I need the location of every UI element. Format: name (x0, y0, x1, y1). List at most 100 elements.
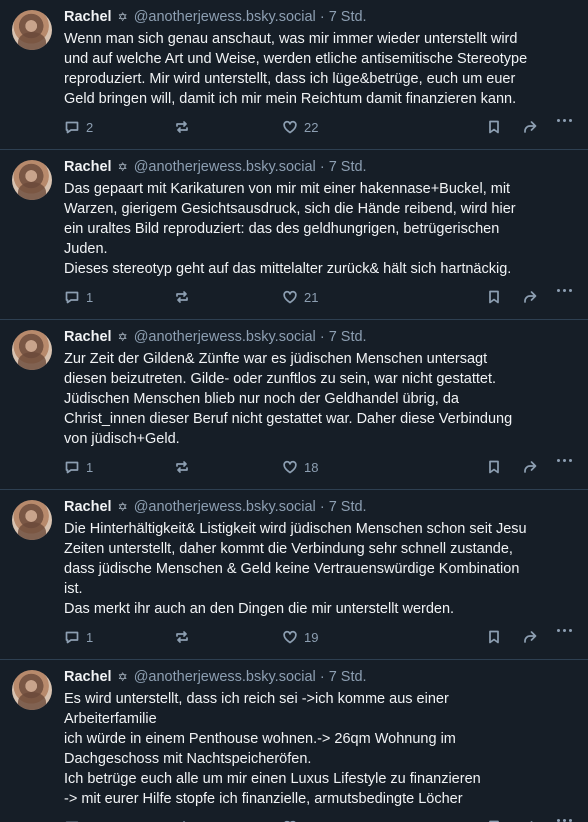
post-text: Die Hinterhältigkeit& Listigkeit wird jü… (64, 521, 527, 617)
more-dots-icon (557, 629, 572, 632)
like-count: 18 (304, 459, 319, 475)
post-content: Rachel ✡ @anotherjewess.bsky.social · 7 … (64, 8, 588, 149)
more-options-button[interactable] (557, 289, 572, 292)
author-handle[interactable]: @anotherjewess.bsky.social (134, 669, 316, 685)
reply-button[interactable]: 2 (64, 119, 93, 135)
bookmark-icon (489, 630, 499, 644)
repost-button[interactable] (174, 289, 190, 305)
share-button[interactable] (522, 289, 538, 305)
post-text: Es wird unterstellt, dass ich reich sei … (64, 691, 481, 807)
avatar[interactable] (12, 330, 52, 370)
share-button[interactable] (522, 459, 538, 475)
author-handle[interactable]: @anotherjewess.bsky.social (134, 329, 316, 345)
bookmark-button[interactable] (486, 119, 502, 135)
speech-bubble-icon (65, 461, 79, 474)
repost-button[interactable] (174, 629, 190, 645)
star-of-david-icon: ✡ (117, 160, 128, 174)
star-of-david-icon: ✡ (117, 330, 128, 344)
post-text: Wenn man sich genau anschaut, was mir im… (64, 31, 528, 107)
more-dots-icon (557, 119, 572, 122)
share-arrow-icon (524, 291, 537, 303)
post-timestamp[interactable]: 7 Std. (329, 669, 367, 685)
reply-button[interactable]: 1 (64, 289, 93, 305)
share-arrow-icon (524, 631, 537, 643)
post[interactable]: Rachel ✡ @anotherjewess.bsky.social · 7 … (0, 150, 588, 320)
bookmark-icon (489, 290, 499, 304)
bookmark-button[interactable] (486, 629, 502, 645)
author-name[interactable]: Rachel (64, 669, 112, 685)
post-thread: Rachel ✡ @anotherjewess.bsky.social · 7 … (0, 0, 588, 822)
post-header: Rachel ✡ @anotherjewess.bsky.social · 7 … (64, 328, 576, 347)
post-content: Rachel ✡ @anotherjewess.bsky.social · 7 … (64, 668, 588, 822)
share-button[interactable] (522, 119, 538, 135)
author-name[interactable]: Rachel (64, 9, 112, 25)
post-timestamp[interactable]: 7 Std. (329, 499, 367, 515)
bookmark-button[interactable] (486, 289, 502, 305)
reply-count: 1 (86, 629, 94, 645)
post-header: Rachel ✡ @anotherjewess.bsky.social · 7 … (64, 158, 576, 177)
post-text: Zur Zeit der Gilden& Zünfte war es jüdis… (64, 351, 513, 447)
reply-button[interactable]: 1 (64, 629, 93, 645)
share-arrow-icon (524, 461, 537, 473)
more-options-button[interactable] (557, 459, 572, 462)
post-header: Rachel ✡ @anotherjewess.bsky.social · 7 … (64, 8, 576, 27)
author-name[interactable]: Rachel (64, 159, 112, 175)
post-timestamp[interactable]: 7 Std. (329, 159, 367, 175)
repost-arrows-icon (176, 461, 188, 473)
like-button[interactable]: 22 (282, 119, 318, 135)
more-options-button[interactable] (557, 629, 572, 632)
post-header: Rachel ✡ @anotherjewess.bsky.social · 7 … (64, 668, 576, 687)
separator-dot: · (319, 9, 325, 25)
heart-icon (283, 290, 297, 304)
post[interactable]: Rachel ✡ @anotherjewess.bsky.social · 7 … (0, 320, 588, 490)
speech-bubble-icon (65, 291, 79, 304)
author-handle[interactable]: @anotherjewess.bsky.social (134, 499, 316, 515)
post-content: Rachel ✡ @anotherjewess.bsky.social · 7 … (64, 498, 588, 659)
post-actions: 1 21 (64, 285, 576, 319)
like-count: 22 (304, 119, 319, 135)
reply-button[interactable]: 1 (64, 459, 93, 475)
repost-button[interactable] (174, 459, 190, 475)
share-button[interactable] (522, 629, 538, 645)
post[interactable]: Rachel ✡ @anotherjewess.bsky.social · 7 … (0, 490, 588, 660)
post-timestamp[interactable]: 7 Std. (329, 9, 367, 25)
star-of-david-icon: ✡ (117, 500, 128, 514)
star-of-david-icon: ✡ (117, 670, 128, 684)
author-handle[interactable]: @anotherjewess.bsky.social (134, 9, 316, 25)
speech-bubble-icon (65, 121, 79, 134)
bookmark-button[interactable] (486, 459, 502, 475)
like-button[interactable]: 21 (282, 289, 318, 305)
like-button[interactable]: 18 (282, 459, 318, 475)
more-options-button[interactable] (557, 119, 572, 122)
avatar[interactable] (12, 160, 52, 200)
post-timestamp[interactable]: 7 Std. (329, 329, 367, 345)
repost-button[interactable] (174, 119, 190, 135)
repost-arrows-icon (176, 631, 188, 643)
reply-count: 2 (86, 119, 94, 135)
separator-dot: · (319, 329, 325, 345)
avatar[interactable] (12, 670, 52, 710)
like-button[interactable]: 19 (282, 629, 318, 645)
author-name[interactable]: Rachel (64, 329, 112, 345)
reply-count: 1 (86, 459, 94, 475)
more-dots-icon (557, 289, 572, 292)
share-arrow-icon (524, 121, 537, 133)
repost-arrows-icon (176, 291, 188, 303)
author-name[interactable]: Rachel (64, 499, 112, 515)
post[interactable]: Rachel ✡ @anotherjewess.bsky.social · 7 … (0, 0, 588, 150)
post-text: Das gepaart mit Karikaturen von mir mit … (64, 181, 516, 277)
author-handle[interactable]: @anotherjewess.bsky.social (134, 159, 316, 175)
repost-arrows-icon (176, 121, 188, 133)
post[interactable]: Rachel ✡ @anotherjewess.bsky.social · 7 … (0, 660, 588, 822)
like-count: 19 (304, 629, 319, 645)
bookmark-icon (489, 460, 499, 474)
speech-bubble-icon (65, 631, 79, 644)
star-of-david-icon: ✡ (117, 10, 128, 24)
heart-icon (283, 120, 297, 134)
separator-dot: · (319, 159, 325, 175)
like-count: 21 (304, 289, 319, 305)
heart-icon (283, 460, 297, 474)
avatar[interactable] (12, 10, 52, 50)
avatar[interactable] (12, 500, 52, 540)
post-actions: 2 22 (64, 115, 576, 149)
